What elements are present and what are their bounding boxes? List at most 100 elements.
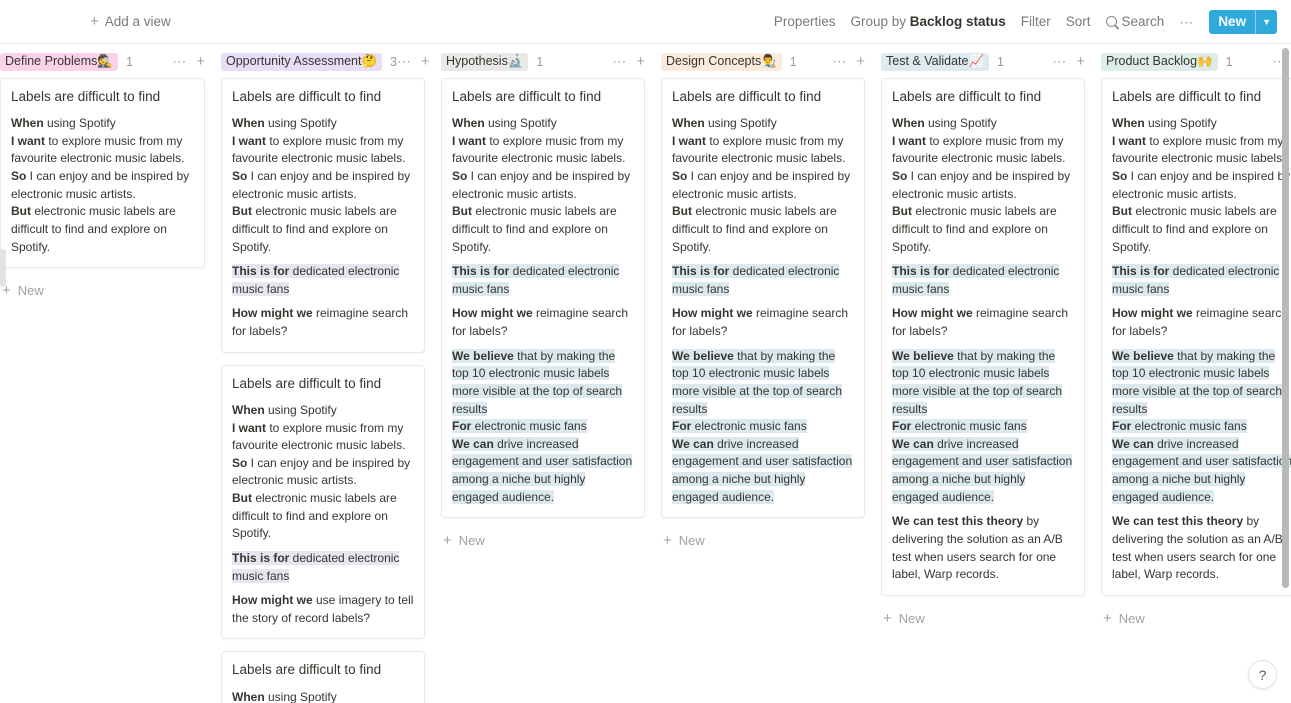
card-line: So I can enjoy and be inspired by electr… <box>452 169 630 201</box>
horizontal-scrollbar-nub[interactable] <box>0 249 6 287</box>
sort-button[interactable]: Sort <box>1066 14 1091 29</box>
board-card[interactable]: Labels are difficult to find When using S… <box>881 78 1085 596</box>
column-header-hypothesis: Hypothesis🔬 1 ⋯ + <box>441 44 645 72</box>
card-line-lead: For <box>452 419 472 434</box>
search-label: Search <box>1121 14 1165 29</box>
add-card-button[interactable]: + New <box>1101 608 1291 629</box>
card-text-block: When using Spotify I want to explore musi… <box>452 115 634 256</box>
card-line-lead: For <box>672 419 692 434</box>
card-line: But electronic music labels are difficul… <box>892 204 1057 253</box>
card-line-rest: I can enjoy and be inspired by electroni… <box>232 455 411 488</box>
card-line-lead: So <box>232 455 248 470</box>
add-card-button[interactable]: + New <box>0 280 205 301</box>
new-button-label: New <box>1218 14 1247 29</box>
plus-icon: + <box>663 532 672 550</box>
board-card[interactable]: Labels are difficult to find When using S… <box>1101 78 1291 596</box>
card-line: For electronic music fans <box>1112 419 1247 434</box>
card-line-lead: How might we <box>672 306 753 321</box>
column-card-count: 1 <box>536 54 544 69</box>
column-ellipsis-icon[interactable]: ⋯ <box>397 54 412 68</box>
card-line-lead: I want <box>232 133 267 148</box>
column-add-card-icon[interactable]: + <box>421 54 430 69</box>
card-text-block: We believe that by making the top 10 ele… <box>1112 348 1291 507</box>
card-line: We believe that by making the top 10 ele… <box>892 348 1063 416</box>
card-text-block: When using Spotify I want to explore musi… <box>232 115 414 256</box>
card-line-rest: electronic music labels are difficult to… <box>892 204 1057 254</box>
card-text-block: When using Spotify I want to explore musi… <box>672 115 854 256</box>
card-title: Labels are difficult to find <box>11 89 161 104</box>
card-line-lead: How might we <box>1112 306 1193 321</box>
column-ellipsis-icon[interactable]: ⋯ <box>172 54 187 68</box>
add-card-button[interactable]: + New <box>661 530 865 551</box>
search-button[interactable]: Search <box>1105 14 1165 29</box>
card-line-lead: But <box>452 204 472 219</box>
card-line-rest: electronic music fans <box>471 419 587 434</box>
card-line: So I can enjoy and be inspired by electr… <box>11 169 189 201</box>
column-add-card-icon[interactable]: + <box>1076 54 1085 69</box>
board-column-product-backlog: Product Backlog🙌1⋯+Labels are difficult … <box>1093 44 1291 629</box>
column-header-test-and-validate: Test & Validate📈 1 ⋯ + <box>881 44 1085 72</box>
add-card-label: New <box>17 283 44 299</box>
column-add-card-icon[interactable]: + <box>196 54 205 69</box>
card-line: I want to explore music from my favourit… <box>672 134 845 166</box>
add-card-button[interactable]: + New <box>441 530 645 551</box>
card-line-lead: But <box>11 204 31 219</box>
column-title-pill[interactable]: Hypothesis🔬 <box>441 52 529 71</box>
board-card[interactable]: Labels are difficult to find When using S… <box>221 364 425 640</box>
board-card[interactable]: Labels are difficult to find When using S… <box>441 78 645 519</box>
card-line: We can drive increased engagement and us… <box>672 436 853 504</box>
column-ellipsis-icon[interactable]: ⋯ <box>1052 54 1067 68</box>
new-button[interactable]: New ▼ <box>1209 9 1277 34</box>
column-title-pill[interactable]: Define Problems🕵️ <box>0 52 118 71</box>
column-ellipsis-icon[interactable]: ⋯ <box>832 54 847 68</box>
column-ellipsis-icon[interactable]: ⋯ <box>612 54 627 68</box>
card-line: But electronic music labels are difficul… <box>232 204 397 253</box>
card-line: So I can enjoy and be inspired by electr… <box>232 169 410 201</box>
column-title-pill[interactable]: Design Concepts👨‍🎨 <box>661 52 782 71</box>
properties-button[interactable]: Properties <box>774 14 836 29</box>
board-card[interactable]: Labels are difficult to find When using S… <box>221 651 425 703</box>
add-card-label: New <box>898 610 925 626</box>
card-line: We believe that by making the top 10 ele… <box>672 348 843 416</box>
chevron-down-icon[interactable]: ▼ <box>1256 10 1277 34</box>
card-line-lead: This is for <box>672 264 730 279</box>
add-view-button[interactable]: + Add a view <box>84 10 177 33</box>
card-text-block: When using Spotify I want to explore musi… <box>892 115 1074 256</box>
help-button[interactable]: ? <box>1248 660 1277 689</box>
card-line-lead: This is for <box>232 264 290 279</box>
group-by-value: Backlog status <box>909 14 1006 29</box>
column-card-count: 3 <box>390 54 397 69</box>
board-card[interactable]: Labels are difficult to find When using S… <box>661 78 865 519</box>
add-card-label: New <box>458 533 485 549</box>
column-add-card-icon[interactable]: + <box>636 54 645 69</box>
column-actions: ⋯+ <box>397 54 430 69</box>
card-line: But electronic music labels are difficul… <box>11 204 176 253</box>
board-card[interactable]: Labels are difficult to find When using S… <box>0 78 205 269</box>
column-title-pill[interactable]: Test & Validate📈 <box>881 52 990 71</box>
card-line-rest: I can enjoy and be inspired by electroni… <box>232 169 411 201</box>
card-line-rest: electronic music fans <box>1131 419 1247 434</box>
add-card-button[interactable]: + New <box>881 608 1085 629</box>
card-line: I want to explore music from my favourit… <box>232 421 405 453</box>
card-line: This is for dedicated electronic music f… <box>1112 264 1280 296</box>
column-add-card-icon[interactable]: + <box>856 54 865 69</box>
card-line: For electronic music fans <box>452 419 587 434</box>
column-title-pill[interactable]: Opportunity Assessment🤔 <box>221 52 383 71</box>
card-line: I want to explore music from my favourit… <box>892 134 1065 166</box>
kanban-board: Define Problems🕵️ 1 ⋯ + Labels are difficult… <box>0 44 1291 703</box>
board-card[interactable]: Labels are difficult to find When using S… <box>221 78 425 353</box>
card-line-rest: using Spotify <box>704 116 777 131</box>
card-line: When using Spotify <box>452 116 557 130</box>
card-line-lead: When <box>232 116 265 131</box>
column-title-pill[interactable]: Product Backlog🙌 <box>1101 52 1218 71</box>
filter-button[interactable]: Filter <box>1021 14 1051 29</box>
card-line-lead: This is for <box>1112 264 1170 279</box>
card-text-block: We believe that by making the top 10 ele… <box>452 348 634 507</box>
group-by-button[interactable]: Group by Backlog status <box>850 14 1005 29</box>
card-text-block: How might we reimagine search for labels… <box>892 305 1074 340</box>
card-line-lead: How might we <box>452 306 533 321</box>
card-line: I want to explore music from my favourit… <box>452 134 625 166</box>
card-line: But electronic music labels are difficul… <box>672 204 837 253</box>
vertical-scrollbar[interactable] <box>1282 48 1289 588</box>
ellipsis-icon[interactable]: ⋯ <box>1179 15 1194 29</box>
